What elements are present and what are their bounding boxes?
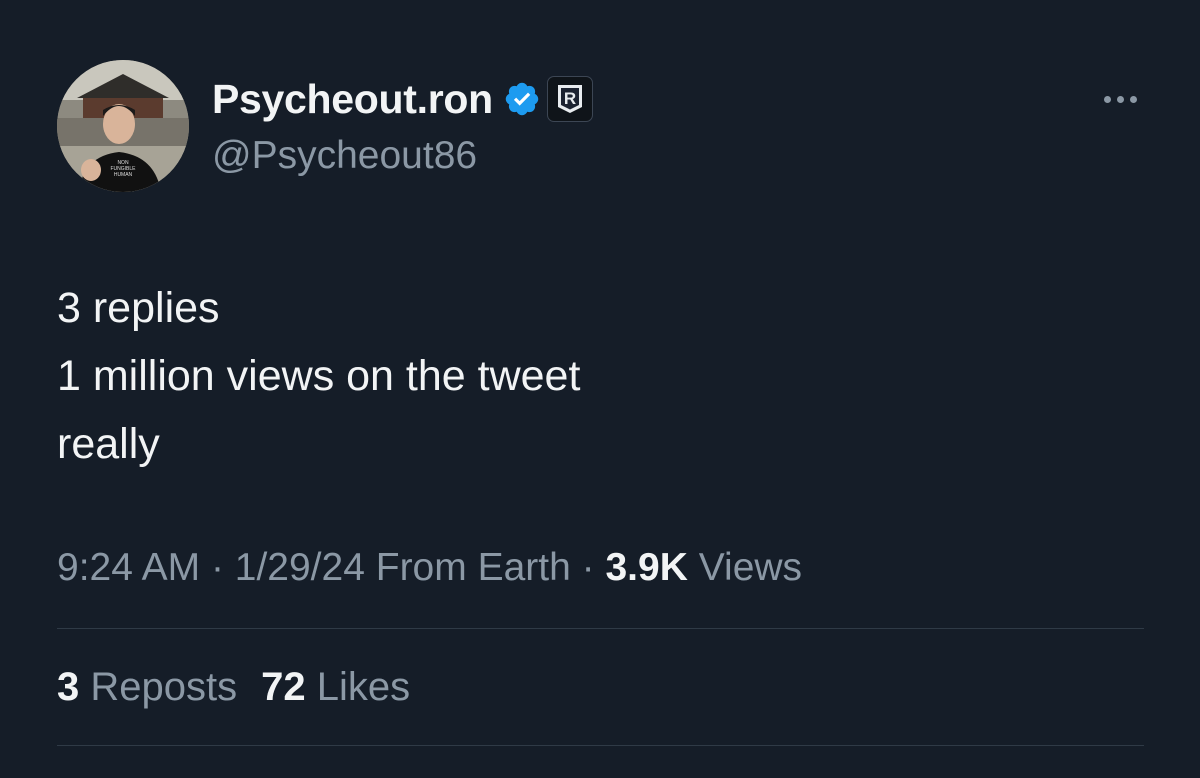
views-label[interactable]: Views [699,546,802,589]
author-display-name[interactable]: Psycheout.ron [212,76,493,123]
meta-separator: · [210,546,224,589]
more-dot [1116,95,1124,103]
tweet-text-line: 1 million views on the tweet [57,352,581,400]
likes-stat[interactable]: 72 Likes [261,665,410,709]
likes-count: 72 [261,665,306,709]
engagement-stats: 3 Reposts 72 Likes [57,665,410,710]
likes-label: Likes [316,665,411,709]
tweet-location: From Earth [375,546,571,589]
affiliate-badge-icon[interactable]: R [546,76,593,122]
reposts-label: Reposts [90,665,238,709]
divider [57,628,1144,629]
tweet-meta: 9:24 AM · 1/29/24 From Earth · 3.9K View… [57,546,802,590]
tweet-detail: NON FUNGIBLE HUMAN Psycheout.ron R @Psyc… [0,0,1200,778]
avatar-photo: NON FUNGIBLE HUMAN [57,60,189,192]
avatar[interactable]: NON FUNGIBLE HUMAN [57,60,189,192]
reposts-count: 3 [57,665,80,709]
meta-separator: · [581,546,595,589]
tweet-text: 3 replies 1 million views on the tweet r… [57,274,1137,478]
tweet-date[interactable]: 1/29/24 [235,546,365,589]
verified-badge-icon[interactable] [503,80,541,118]
views-count[interactable]: 3.9K [605,546,687,589]
author-handle[interactable]: @Psycheout86 [212,134,477,178]
more-options-icon[interactable] [1092,82,1148,116]
divider [57,745,1144,746]
affiliate-badge-letter: R [564,89,576,108]
reposts-stat[interactable]: 3 Reposts [57,665,237,709]
author-name-row: Psycheout.ron R [212,74,593,124]
tweet-text-line: really [57,420,160,468]
tweet-time[interactable]: 9:24 AM [57,546,200,589]
more-dot [1129,95,1137,103]
tweet-text-line: 3 replies [57,284,220,332]
avatar-shirt-line: HUMAN [114,172,133,178]
more-dot [1103,95,1111,103]
